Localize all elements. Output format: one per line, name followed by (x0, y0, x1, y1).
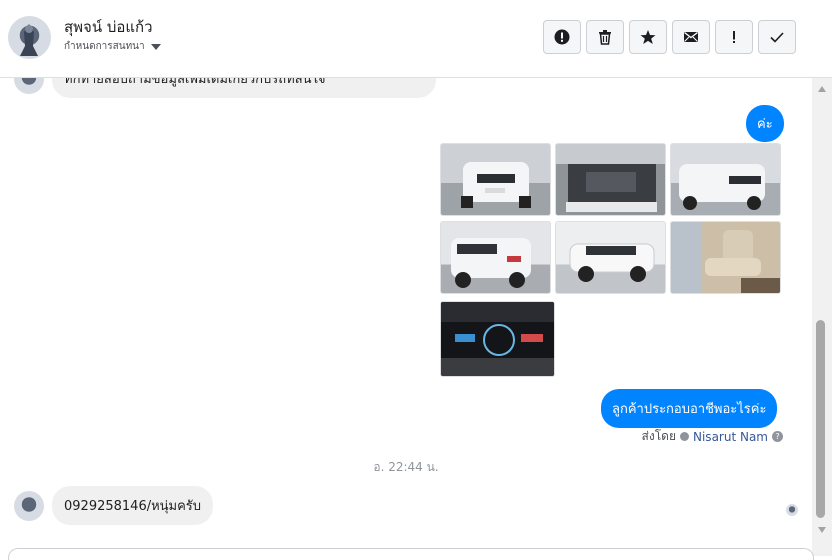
scroll-thumb[interactable] (816, 320, 825, 518)
assign-conversation-dropdown[interactable]: กำหนดการสนทนา (64, 39, 161, 54)
contact-avatar[interactable] (8, 16, 51, 59)
sender-avatar (14, 78, 44, 94)
sent-by-name[interactable]: Nisarut Nam (693, 430, 768, 444)
message-composer[interactable] (8, 548, 814, 560)
caret-down-icon (150, 43, 161, 50)
sender-avatar (14, 490, 44, 521)
header-actions (543, 20, 796, 54)
assign-label: กำหนดการสนทนา (64, 41, 145, 52)
alert-button[interactable] (543, 20, 581, 54)
incoming-message-bubble[interactable]: 0929258146/หนุ่มครับ (52, 486, 214, 525)
verified-icon (680, 432, 689, 441)
seen-avatar (786, 504, 798, 516)
message-timestamp: อ. 22:44 น. (373, 460, 439, 474)
photo-ford-rear[interactable] (440, 221, 551, 294)
star-button[interactable] (629, 20, 667, 54)
scroll-down-arrow-icon[interactable] (818, 527, 826, 533)
sent-by-label: ส่งโดย (641, 429, 676, 443)
check-icon (770, 32, 784, 43)
mark-done-button[interactable] (758, 20, 796, 54)
photo-ford-front[interactable] (440, 143, 551, 216)
exclamation-icon (733, 31, 735, 43)
trash-icon (599, 30, 611, 45)
photo-ford-side[interactable] (555, 221, 666, 294)
photo-interior-seats[interactable] (670, 221, 781, 294)
incoming-message-bubble[interactable]: ทักทายสอบถามข้อมูลเพิ่มเติมเกี่ยวกับรถที… (52, 78, 436, 98)
message-thread[interactable]: ทักทายสอบถามข้อมูลเพิ่มเติมเกี่ยวกับรถที… (0, 78, 812, 548)
envelope-icon (684, 31, 698, 42)
delete-button[interactable] (586, 20, 624, 54)
scroll-up-arrow-icon[interactable] (818, 86, 826, 92)
conversation-header: สุพจน์ บ่อแก้ว กำหนดการสนทนา (0, 0, 832, 78)
incoming-message-row: ทักทายสอบถามข้อมูลเพิ่มเติมเกี่ยวกับรถที… (14, 78, 436, 98)
star-icon (640, 30, 656, 44)
spam-button[interactable] (715, 20, 753, 54)
contact-name[interactable]: สุพจน์ บ่อแก้ว (64, 15, 153, 39)
photo-dashboard-gauges[interactable] (440, 301, 555, 377)
scrollbar[interactable] (812, 78, 832, 556)
alert-icon (554, 29, 570, 45)
photo-ford-front-angle[interactable] (670, 143, 781, 216)
outgoing-message-bubble[interactable]: ค่ะ (746, 105, 784, 142)
mark-unread-button[interactable] (672, 20, 710, 54)
sent-by-info: ส่งโดย Nisarut Nam ? (642, 427, 783, 446)
incoming-message-row: 0929258146/หนุ่มครับ (14, 486, 214, 525)
outgoing-message-bubble[interactable]: ลูกค้าประกอบอาชีพอะไรค่ะ (601, 389, 778, 428)
help-icon[interactable]: ? (772, 431, 783, 442)
photo-engine-bay[interactable] (555, 143, 666, 216)
